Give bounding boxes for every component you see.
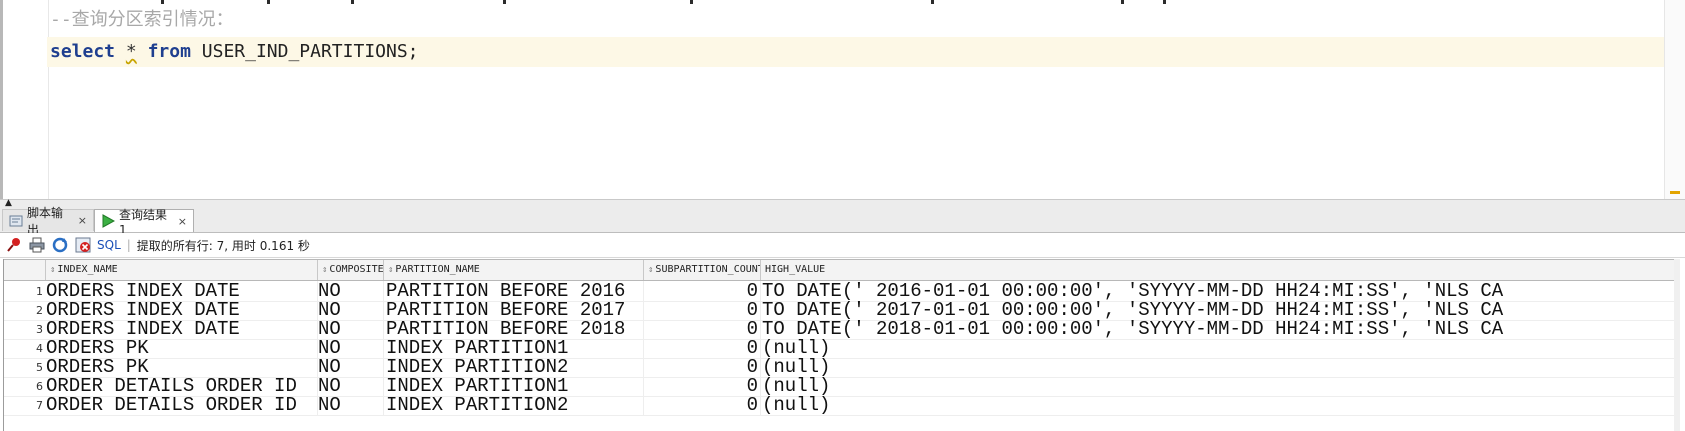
sql-link[interactable]: SQL xyxy=(97,238,121,252)
cancel-query-icon[interactable] xyxy=(74,236,92,254)
cell-partition-name[interactable]: INDEX PARTITION1 xyxy=(386,338,644,358)
fetch-status-text: 提取的所有行: 7, 用时 0.161 秒 xyxy=(136,238,310,253)
column-header-partition-name[interactable]: ⇕ PARTITION_NAME xyxy=(384,260,644,280)
cell-subpartition-count[interactable]: 0 xyxy=(644,338,761,358)
results-toolbar: SQL | 提取的所有行: 7, 用时 0.161 秒 xyxy=(0,233,1685,258)
row-number: 4 xyxy=(36,342,43,355)
cell-subpartition-count[interactable]: 0 xyxy=(644,357,761,377)
select-star: * xyxy=(125,41,137,62)
sort-icon: ⇕ xyxy=(322,265,328,275)
column-header-composite[interactable]: ⇕ COMPOSITE xyxy=(318,260,384,280)
sort-icon: ⇕ xyxy=(50,265,56,275)
cell-high-value[interactable]: (null) xyxy=(762,395,1674,415)
cell-composite[interactable]: NO xyxy=(318,376,384,396)
row-number: 5 xyxy=(36,361,43,374)
cell-subpartition-count[interactable]: 0 xyxy=(644,395,761,415)
cell-partition-name[interactable]: PARTITION BEFORE 2017 xyxy=(386,300,644,320)
table-row[interactable]: 6 ORDER DETAILS ORDER ID NO INDEX PARTIT… xyxy=(4,376,1680,397)
cell-composite[interactable]: NO xyxy=(318,395,384,415)
cell-partition-name[interactable]: PARTITION BEFORE 2018 xyxy=(386,319,644,339)
cell-index-name[interactable]: ORDERS INDEX DATE xyxy=(46,281,318,301)
row-number-header xyxy=(4,260,46,280)
cell-index-name[interactable]: ORDERS INDEX DATE xyxy=(46,300,318,320)
table-row[interactable]: 7 ORDER DETAILS ORDER ID NO INDEX PARTIT… xyxy=(4,395,1680,416)
cell-index-name[interactable]: ORDERS PK xyxy=(46,357,318,377)
cell-high-value[interactable]: TO DATE(' 2017-01-01 00:00:00', 'SYYYY-M… xyxy=(762,300,1674,320)
cell-partition-name[interactable]: PARTITION BEFORE 2016 xyxy=(386,281,644,301)
close-icon[interactable]: × xyxy=(178,215,187,228)
cell-index-name[interactable]: ORDERS INDEX DATE xyxy=(46,319,318,339)
table-row[interactable]: 2 ORDERS INDEX DATE NO PARTITION BEFORE … xyxy=(4,300,1680,321)
keyword-select: select xyxy=(50,41,116,62)
row-number: 7 xyxy=(36,399,43,412)
run-green-icon xyxy=(101,214,116,228)
sort-icon: ⇕ xyxy=(388,265,394,275)
table-row[interactable]: 3 ORDERS INDEX DATE NO PARTITION BEFORE … xyxy=(4,319,1680,340)
grid-vertical-scrollbar[interactable] xyxy=(1674,259,1680,431)
cell-composite[interactable]: NO xyxy=(318,319,384,339)
scrollbar-marker xyxy=(1670,191,1680,194)
row-number: 1 xyxy=(36,285,43,298)
cell-composite[interactable]: NO xyxy=(318,357,384,377)
column-header-subpartition-count[interactable]: ⇕ SUBPARTITION_COUNT xyxy=(644,260,761,280)
cell-composite[interactable]: NO xyxy=(318,300,384,320)
cell-subpartition-count[interactable]: 0 xyxy=(644,281,761,301)
tab-label: 查询结果 1 xyxy=(119,207,168,237)
grid-header: ⇕ INDEX_NAME ⇕ COMPOSITE ⇕ PARTITION_NAME ⇕… xyxy=(4,259,1680,281)
toolbar-separator: | xyxy=(126,238,131,252)
results-tab-bar: 脚本输出 × 查询结果 1 × xyxy=(0,206,1685,237)
cell-subpartition-count[interactable]: 0 xyxy=(644,300,761,320)
cell-high-value[interactable]: TO DATE(' 2016-01-01 00:00:00', 'SYYYY-M… xyxy=(762,281,1674,301)
cell-index-name[interactable]: ORDERS PK xyxy=(46,338,318,358)
table-row[interactable]: 1 ORDERS INDEX DATE NO PARTITION BEFORE … xyxy=(4,281,1680,302)
editor-vertical-scrollbar[interactable] xyxy=(1664,0,1685,200)
cell-subpartition-count[interactable]: 0 xyxy=(644,376,761,396)
results-grid[interactable]: ⇕ INDEX_NAME ⇕ COMPOSITE ⇕ PARTITION_NAME ⇕… xyxy=(3,259,1680,431)
cell-index-name[interactable]: ORDER DETAILS ORDER ID xyxy=(46,376,318,396)
cell-high-value[interactable]: TO DATE(' 2018-01-01 00:00:00', 'SYYYY-M… xyxy=(762,319,1674,339)
column-header-high-value[interactable]: HIGH_VALUE xyxy=(761,260,1674,280)
close-icon[interactable]: × xyxy=(78,214,87,227)
tab-script-output[interactable]: 脚本输出 × xyxy=(2,206,94,237)
cell-high-value[interactable]: (null) xyxy=(762,338,1674,358)
current-line-highlight[interactable]: select * from USER_IND_PARTITIONS; xyxy=(47,37,1667,67)
cell-partition-name[interactable]: INDEX PARTITION1 xyxy=(386,376,644,396)
panel-splitter[interactable]: ▲▼ xyxy=(0,199,1685,216)
refresh-icon[interactable] xyxy=(51,236,69,254)
cell-composite[interactable]: NO xyxy=(318,338,384,358)
cell-index-name[interactable]: ORDER DETAILS ORDER ID xyxy=(46,395,318,415)
row-number: 2 xyxy=(36,304,43,317)
table-name: USER_IND_PARTITIONS; xyxy=(201,41,419,62)
cell-partition-name[interactable]: INDEX PARTITION2 xyxy=(386,357,644,377)
cell-high-value[interactable]: (null) xyxy=(762,376,1674,396)
sql-editor[interactable]: --查询分区索引情况： select * from USER_IND_PARTI… xyxy=(0,0,1685,200)
tab-query-result[interactable]: 查询结果 1 × xyxy=(94,208,194,237)
script-output-icon xyxy=(9,214,23,228)
print-icon[interactable] xyxy=(28,236,46,254)
row-number: 3 xyxy=(36,323,43,336)
pin-icon[interactable] xyxy=(5,236,23,254)
keyword-from: from xyxy=(147,41,191,62)
table-row[interactable]: 5 ORDERS PK NO INDEX PARTITION2 0 (null) xyxy=(4,357,1680,378)
row-number: 6 xyxy=(36,380,43,393)
cell-partition-name[interactable]: INDEX PARTITION2 xyxy=(386,395,644,415)
sort-icon: ⇕ xyxy=(648,265,654,275)
editor-gutter xyxy=(6,0,49,200)
column-header-index-name[interactable]: ⇕ INDEX_NAME xyxy=(46,260,318,280)
table-row[interactable]: 4 ORDERS PK NO INDEX PARTITION1 0 (null) xyxy=(4,338,1680,359)
cell-high-value[interactable]: (null) xyxy=(762,357,1674,377)
cell-subpartition-count[interactable]: 0 xyxy=(644,319,761,339)
editor-top-partial-line xyxy=(51,0,1665,4)
sql-statement: select * from USER_IND_PARTITIONS; xyxy=(50,38,419,66)
sql-comment-line: --查询分区索引情况： xyxy=(50,9,234,30)
cell-composite[interactable]: NO xyxy=(318,281,384,301)
